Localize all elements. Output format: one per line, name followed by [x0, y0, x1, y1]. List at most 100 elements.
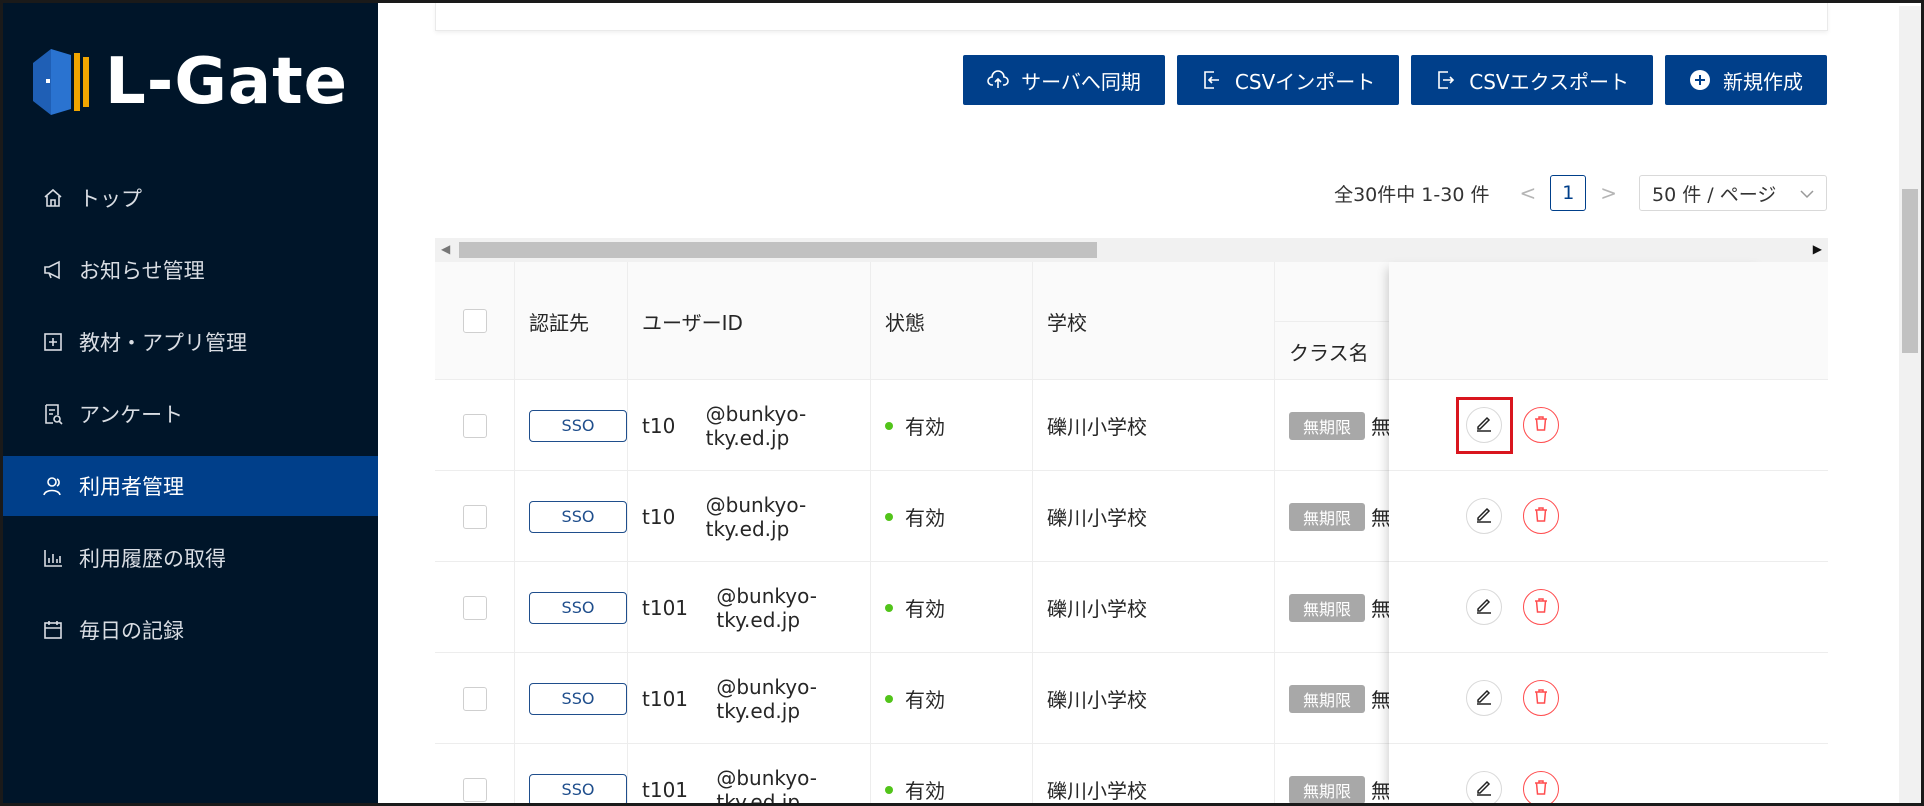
row-checkbox[interactable] [462, 686, 487, 711]
trash-icon [1532, 596, 1550, 618]
status-text: 有効 [905, 597, 945, 621]
status-cell: 有効 [871, 653, 1033, 744]
col-school[interactable]: 学校 [1033, 262, 1275, 380]
user-id-cell: t101 @bunkyo-tky.ed.jp [628, 744, 871, 803]
sidebar-item-label: アンケート [79, 403, 184, 427]
col-auth[interactable]: 認証先 [515, 262, 628, 380]
status-text: 有効 [905, 688, 945, 712]
export-label: CSVエクスポート [1469, 69, 1629, 94]
sidebar-item-label: 教材・アプリ管理 [79, 331, 247, 355]
delete-button[interactable] [1523, 680, 1559, 716]
row-select-cell [435, 562, 515, 653]
user-id-domain: @bunkyo-tky.ed.jp [705, 401, 807, 450]
col-user-id[interactable]: ユーザーID [628, 262, 871, 380]
sidebar-item-daily[interactable]: 毎日の記録 [3, 600, 378, 660]
school-cell: 礫川小学校 [1033, 653, 1275, 744]
user-id-domain: @bunkyo-tky.ed.jp [705, 492, 807, 541]
sidebar-item-notices[interactable]: お知らせ管理 [3, 240, 378, 300]
edit-highlight-box [1456, 397, 1513, 454]
new-create-button[interactable]: 新規作成 [1665, 55, 1827, 105]
redacted-mask [688, 594, 717, 621]
actions-row [1389, 562, 1771, 653]
row-select-cell [435, 653, 515, 744]
row-checkbox[interactable] [462, 413, 487, 438]
users-icon [41, 474, 65, 498]
filter-card-bottom [435, 3, 1828, 31]
redacted-mask [688, 685, 717, 712]
edit-pencil-icon [1475, 505, 1493, 527]
sidebar-item-users[interactable]: 利用者管理 [3, 456, 378, 516]
edit-button[interactable] [1466, 498, 1502, 534]
sync-server-button[interactable]: サーバへ同期 [963, 55, 1165, 105]
page-size-select[interactable]: 50 件 / ページ [1639, 175, 1827, 211]
sidebar-item-label: 毎日の記録 [79, 619, 184, 643]
horizontal-scrollbar[interactable]: ◀ ▶ [435, 238, 1828, 262]
bar-chart-icon [41, 546, 65, 570]
csv-export-button[interactable]: CSVエクスポート [1411, 55, 1653, 105]
auth-badge: SSO [529, 409, 627, 442]
edit-pencil-icon [1475, 687, 1493, 709]
redacted-mask [675, 503, 706, 530]
prev-page-button[interactable]: < [1519, 181, 1536, 205]
delete-button[interactable] [1523, 407, 1559, 443]
sidebar-item-survey[interactable]: アンケート [3, 384, 378, 444]
row-checkbox[interactable] [462, 595, 487, 620]
row-checkbox[interactable] [462, 504, 487, 529]
row-checkbox[interactable] [462, 777, 487, 802]
survey-icon [41, 402, 65, 426]
auth-badge: SSO [529, 500, 627, 533]
user-id-cell: t101 @bunkyo-tky.ed.jp [628, 653, 871, 744]
user-id-prefix: t101 [642, 686, 689, 711]
sidebar-item-label: トップ [79, 187, 142, 211]
auth-badge: SSO [529, 773, 627, 803]
page-1-button[interactable]: 1 [1550, 175, 1587, 211]
plus-circle-icon [1689, 69, 1711, 91]
row-select-cell [435, 380, 515, 471]
actions-row [1389, 471, 1771, 562]
user-id-prefix: t101 [642, 777, 689, 802]
import-label: CSVインポート [1234, 69, 1376, 94]
status-cell: 有効 [871, 562, 1033, 653]
user-id-prefix: t10 [642, 413, 676, 438]
sidebar-item-top[interactable]: トップ [3, 168, 378, 228]
select-all-checkbox[interactable] [462, 309, 487, 333]
auth-cell: SSO [515, 471, 628, 562]
school-cell: 礫川小学校 [1033, 380, 1275, 471]
expiry-tag: 無期限 [1289, 411, 1366, 440]
delete-button[interactable] [1523, 771, 1559, 803]
auth-cell: SSO [515, 562, 628, 653]
actions-fixed-column [1389, 262, 1771, 803]
edit-button[interactable] [1466, 589, 1502, 625]
export-icon [1435, 69, 1457, 91]
sidebar-item-history[interactable]: 利用履歴の取得 [3, 528, 378, 588]
chevron-down-icon [1800, 182, 1814, 204]
edit-button[interactable] [1466, 680, 1502, 716]
scroll-right-icon[interactable]: ▶ [1813, 242, 1822, 256]
expiry-tag: 無期限 [1289, 593, 1366, 622]
delete-button[interactable] [1523, 498, 1559, 534]
actions-row [1389, 744, 1771, 803]
next-page-button[interactable]: > [1600, 181, 1617, 205]
vertical-scrollbar[interactable] [1899, 6, 1921, 803]
sidebar: L-Gate トップ お知らせ管理 教材・アプリ管理 アンケート 利用者管理 利… [3, 3, 378, 803]
pagination: 全30件中 1-30 件 < 1 > 50 件 / ページ [1334, 175, 1827, 211]
sidebar-item-materials[interactable]: 教材・アプリ管理 [3, 312, 378, 372]
edit-button[interactable] [1466, 771, 1502, 803]
import-icon [1201, 69, 1223, 91]
logo: L-Gate [27, 45, 348, 119]
csv-import-button[interactable]: CSVインポート [1176, 55, 1400, 105]
status-cell: 有効 [871, 380, 1033, 471]
vertical-scroll-thumb[interactable] [1902, 189, 1918, 353]
school-cell: 礫川小学校 [1033, 562, 1275, 653]
home-icon [41, 186, 65, 210]
status-cell: 有効 [871, 471, 1033, 562]
user-id-cell: t101 @bunkyo-tky.ed.jp [628, 562, 871, 653]
trash-icon [1532, 414, 1550, 436]
horizontal-scroll-thumb[interactable] [459, 242, 1097, 258]
status-dot-icon [885, 694, 893, 703]
col-status[interactable]: 状態 [871, 262, 1033, 380]
scroll-left-icon[interactable]: ◀ [441, 242, 450, 256]
delete-button[interactable] [1523, 589, 1559, 625]
page-size-value: 50 件 / ページ [1652, 183, 1777, 206]
user-id-domain: @bunkyo-tky.ed.jp [716, 765, 817, 804]
